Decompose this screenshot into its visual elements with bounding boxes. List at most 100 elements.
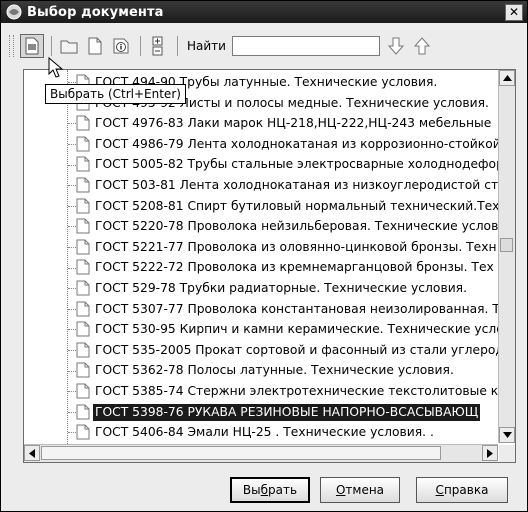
toolbar-separator [51,36,52,56]
list-item[interactable]: ГОСТ 4976-83 Лаки марок НЦ-218,НЦ-222,НЦ… [24,113,498,134]
document-tree-list[interactable]: ГОСТ 494-90 Трубы латунные. Технические … [23,69,516,463]
title-bar[interactable]: Выбор документа ✕ [1,1,527,23]
vertical-scroll-thumb[interactable] [500,238,513,252]
horizontal-scroll-thumb[interactable] [41,446,441,460]
folder-icon [60,40,78,54]
select-button[interactable]: Вы б рать [230,477,310,503]
document-icon [76,301,90,317]
document-icon [76,383,90,399]
list-item-label: ГОСТ 5398-76 РУКАВА РЕЗИНОВЫЕ НАПОРНО-ВС… [93,403,481,421]
expand-collapse-icon [152,36,163,56]
list-item-label: ГОСТ 529-78 Трубки радиаторные. Техничес… [95,280,467,295]
find-label: Найти [187,39,226,53]
document-icon [76,198,90,214]
expand-collapse-button[interactable] [146,34,170,58]
arrow-down-icon [387,37,405,55]
select-document-dialog: Выбор документа ✕ Найти ГОСТ 494-90 Труб… [0,0,528,512]
scroll-up-button[interactable] [499,70,515,86]
cancel-button-accel: О [335,483,346,497]
info-icon [113,38,129,54]
list-item-label: ГОСТ 5005-82 Трубы стальные электросварн… [95,157,498,172]
document-icon [76,342,90,358]
list-item[interactable]: ГОСТ 5220-78 Проволока нейзильберовая. Т… [24,216,498,237]
triangle-down-icon [502,432,512,438]
list-item-label: ГОСТ 5307-77 Проволока константановая не… [95,301,498,316]
new-doc-icon [88,37,102,55]
list-item-label: ГОСТ 5362-78 Полосы латунные. Технически… [95,363,454,378]
triangle-left-icon [29,448,35,458]
document-icon [76,362,90,378]
list-item-label: ГОСТ 4976-83 Лаки марок НЦ-218,НЦ-222,НЦ… [95,116,492,131]
help-button-accel: С [435,483,444,497]
triangle-up-icon [502,75,512,81]
help-button-label-rest: правка [443,483,489,497]
list-item[interactable]: ГОСТ 4986-79 Лента холоднокатаная из кор… [24,134,498,155]
find-prev-button[interactable] [410,34,434,58]
toolbar: Найти [9,31,509,61]
select-doc-button[interactable] [20,34,44,58]
document-icon [76,218,90,234]
document-icon [76,156,90,172]
find-input[interactable] [231,36,380,56]
list-item[interactable]: ГОСТ 5385-74 Стержни электротехнические … [24,381,498,402]
list-item[interactable]: ГОСТ 503-81 Лента холоднокатаная из низк… [24,175,498,196]
list-item-label: ГОСТ 5221-77 Проволока из оловянно-цинко… [95,239,497,254]
list-item[interactable]: ГОСТ 5208-81 Спирт бутиловый нормальный … [24,196,498,217]
vertical-scrollbar[interactable] [498,70,515,443]
arrow-up-icon [413,37,431,55]
toolbar-separator [140,36,141,56]
list-item-label: ГОСТ 4986-79 Лента холоднокатаная из кор… [95,136,498,151]
mouse-pointer-icon [48,57,64,78]
cancel-button-label-rest: тмена [345,483,385,497]
find-next-button[interactable] [384,34,408,58]
document-icon [76,177,90,193]
list-item[interactable]: ГОСТ 5221-77 Проволока из оловянно-цинко… [24,237,498,258]
toolbar-separator [177,36,178,56]
select-tooltip: Выбрать (Ctrl+Enter) [45,84,186,104]
list-item[interactable]: ГОСТ 529-78 Трубки радиаторные. Техничес… [24,278,498,299]
cancel-button[interactable]: Отмена [320,477,400,503]
new-doc-button[interactable] [83,34,107,58]
list-item[interactable]: ГОСТ 5005-82 Трубы стальные электросварн… [24,154,498,175]
list-item[interactable]: ГОСТ 535-2005 Прокат сортовой и фасонный… [24,340,498,361]
info-button[interactable] [109,34,133,58]
list-item-label: ГОСТ 535-2005 Прокат сортовой и фасонный… [95,342,498,357]
scroll-left-button[interactable] [24,445,40,461]
list-item[interactable]: ГОСТ 530-95 Кирпич и камни керамические.… [24,319,498,340]
document-icon [76,259,90,275]
list-item[interactable]: ГОСТ 5398-76 РУКАВА РЕЗИНОВЫЕ НАПОРНО-ВС… [24,402,498,423]
triangle-right-icon [487,448,493,458]
document-icon [76,321,90,337]
document-icon [76,280,90,296]
document-icon [76,404,90,419]
list-item-label: ГОСТ 5220-78 Проволока нейзильберовая. Т… [95,219,498,234]
list-item-label: ГОСТ 5406-84 Эмали НЦ-25 . Технические у… [95,425,434,440]
document-icon [76,115,90,131]
list-item-label: ГОСТ 530-95 Кирпич и камни керамические.… [95,322,498,337]
list-item[interactable]: ГОСТ 5307-77 Проволока константановая не… [24,299,498,320]
document-icon [76,424,90,440]
scroll-down-button[interactable] [499,427,515,443]
app-icon [6,4,22,20]
list-item-label: ГОСТ 5222-72 Проволока из кремнемарганцо… [95,260,494,275]
scroll-right-button[interactable] [482,445,498,461]
document-icon [76,136,90,152]
list-item[interactable]: ГОСТ 5222-72 Проволока из кремнемарганцо… [24,257,498,278]
horizontal-scrollbar[interactable] [24,444,498,462]
help-button[interactable]: Справка [416,477,508,503]
list-item[interactable]: ГОСТ 5362-78 Полосы латунные. Технически… [24,360,498,381]
list-item[interactable]: ГОСТ 5406-84 Эмали НЦ-25 . Технические у… [24,422,498,443]
document-rows: ГОСТ 494-90 Трубы латунные. Технические … [24,72,498,443]
select-button-label-rest: рать [268,483,298,497]
scrollbar-corner [499,445,515,462]
select-button-accel: б [260,483,269,497]
toolbar-grip[interactable] [9,35,14,57]
list-item-label: ГОСТ 503-81 Лента холоднокатаная из низк… [95,177,498,192]
document-icon [76,239,90,255]
select-button-label: Вы [242,483,261,497]
list-item-label: ГОСТ 5208-81 Спирт бутиловый нормальный … [95,198,498,213]
select-doc-icon [25,37,39,55]
folder-button[interactable] [57,34,81,58]
close-button[interactable]: ✕ [505,4,523,21]
window-title: Выбор документа [27,4,164,20]
